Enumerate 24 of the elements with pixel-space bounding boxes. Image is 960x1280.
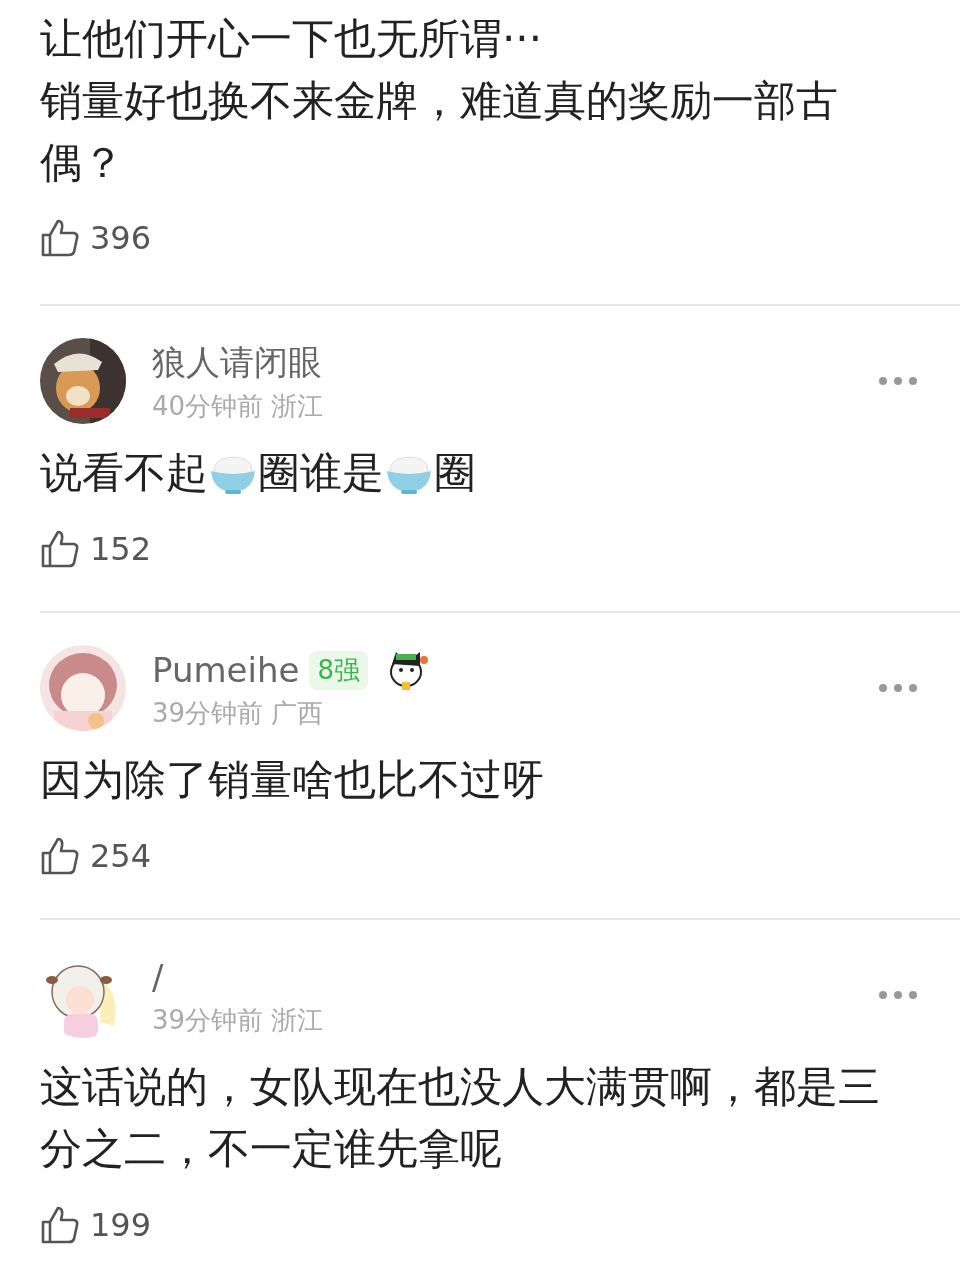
user-name[interactable]: 狼人请闭眼 (152, 340, 322, 386)
more-icon[interactable] (878, 376, 918, 386)
thumbs-up-icon[interactable] (40, 218, 80, 258)
user-name[interactable]: / (152, 957, 164, 997)
comment-text: 圈 (434, 447, 476, 499)
user-name[interactable]: Pumeihe (152, 650, 300, 690)
thumbs-up-icon[interactable] (40, 529, 80, 569)
thumbs-up-icon[interactable] (40, 1205, 80, 1245)
like-count: 254 (90, 837, 152, 875)
thumbs-up-icon[interactable] (40, 836, 80, 876)
comment-text: 这话说的，女队现在也没人大满贯啊，都是三分之二，不一定谁先拿呢 (40, 1061, 881, 1175)
like-count: 199 (90, 1206, 152, 1244)
post-meta: 39分钟前 浙江 (152, 1004, 325, 1037)
comment-text: 说看不起 (40, 447, 208, 499)
more-icon[interactable] (878, 990, 918, 1000)
like-count: 152 (90, 530, 152, 568)
post-meta: 39分钟前 广西 (152, 697, 325, 730)
like-count: 396 (90, 219, 152, 257)
comment-text: 因为除了销量啥也比不过呀 (40, 754, 544, 806)
rank-badge: 8强 (309, 650, 368, 690)
comment-text: 让他们开心一下也无所谓··· 销量好也换不来金牌，难道真的奖励一部古偶？ (40, 13, 839, 189)
comment-text: 圈谁是 (258, 447, 384, 499)
more-icon[interactable] (878, 683, 918, 693)
post-meta: 40分钟前 浙江 (152, 390, 325, 423)
